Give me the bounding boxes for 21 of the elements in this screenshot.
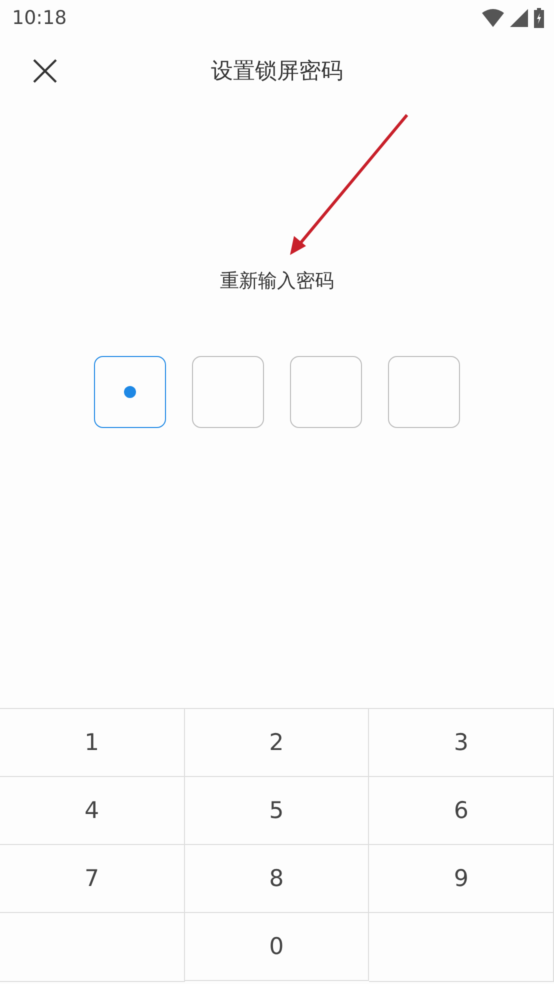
keypad-key[interactable]: 0	[184, 913, 370, 981]
pin-digit-box[interactable]	[94, 356, 166, 428]
prompt-text: 重新输入密码	[220, 269, 334, 294]
pin-digit-box[interactable]	[192, 356, 264, 428]
battery-icon	[534, 8, 544, 28]
status-time: 10:18	[12, 7, 67, 29]
wifi-icon	[482, 9, 504, 27]
pin-digit-box[interactable]	[290, 356, 362, 428]
keypad-key[interactable]: 4	[0, 777, 185, 845]
signal-icon	[510, 9, 528, 27]
keypad-key[interactable]: 2	[184, 709, 370, 777]
keypad-key[interactable]: 5	[184, 777, 370, 845]
pin-digit-box[interactable]	[388, 356, 460, 428]
close-icon[interactable]	[33, 59, 57, 83]
keypad-key[interactable]: 9	[369, 845, 554, 913]
keypad-key[interactable]: 1	[0, 709, 185, 777]
keypad-key[interactable]: 6	[369, 777, 554, 845]
keypad-key[interactable]: 8	[184, 845, 370, 913]
keypad-key[interactable]: 7	[0, 845, 185, 913]
page-title: 设置锁屏密码	[211, 58, 343, 86]
keypad-key[interactable]: 3	[369, 709, 554, 777]
